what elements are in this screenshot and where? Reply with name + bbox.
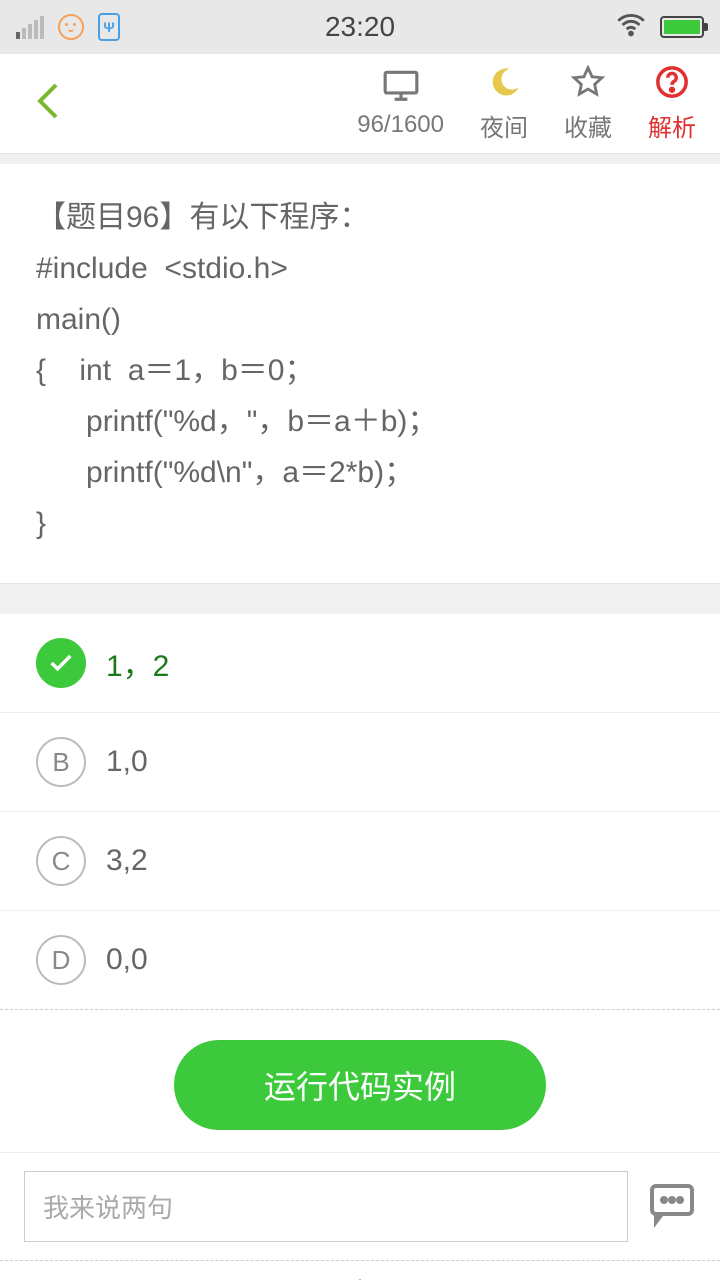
- option-text: 0,0: [106, 943, 148, 977]
- option-a[interactable]: 1，2: [0, 614, 720, 713]
- option-text: 3,2: [106, 844, 148, 878]
- clock: 23:20: [325, 11, 395, 43]
- option-letter: B: [36, 737, 86, 787]
- option-d[interactable]: D 0,0: [0, 911, 720, 1010]
- monitor-icon: [382, 68, 420, 107]
- toolbar: 96/1600 夜间 收藏 解析: [0, 54, 720, 154]
- face-icon: [58, 14, 84, 40]
- question-block: 【题目96】有以下程序： #include <stdio.h> main() {…: [0, 164, 720, 584]
- option-letter: D: [36, 935, 86, 985]
- star-icon: [569, 65, 607, 104]
- check-icon: [36, 638, 86, 688]
- back-button[interactable]: [24, 77, 72, 130]
- question-code: #include <stdio.h> main() { int a＝1，b＝0；…: [36, 243, 684, 549]
- option-text: 1，2: [106, 641, 169, 685]
- option-letter: C: [36, 836, 86, 886]
- run-code-button[interactable]: 运行代码实例: [174, 1040, 546, 1130]
- status-left: Ψ: [16, 13, 120, 41]
- options-list: 1，2 B 1,0 C 3,2 D 0,0: [0, 614, 720, 1010]
- night-label: 夜间: [480, 108, 528, 143]
- expand-up-button[interactable]: [330, 1275, 390, 1280]
- option-text: 1,0: [106, 745, 148, 779]
- analysis-button[interactable]: 解析: [648, 65, 696, 143]
- comment-icon[interactable]: [648, 1180, 696, 1233]
- signal-icon: [16, 16, 44, 39]
- night-mode-button[interactable]: 夜间: [480, 65, 528, 143]
- favorite-button[interactable]: 收藏: [564, 65, 612, 143]
- battery-icon: [660, 16, 704, 38]
- comment-area: 我来说两句: [0, 1153, 720, 1261]
- status-right: [614, 8, 704, 47]
- option-c[interactable]: C 3,2: [0, 812, 720, 911]
- analysis-label: 解析: [648, 108, 696, 143]
- progress-indicator[interactable]: 96/1600: [357, 68, 444, 139]
- help-icon: [653, 65, 691, 104]
- moon-icon: [485, 65, 523, 104]
- option-b[interactable]: B 1,0: [0, 713, 720, 812]
- question-title: 【题目96】有以下程序：: [36, 192, 684, 243]
- bottom-stats: 正确率：50.0 % 对：1次 错：1次: [0, 1261, 720, 1280]
- wifi-icon: [614, 8, 648, 47]
- favorite-label: 收藏: [564, 108, 612, 143]
- comment-input[interactable]: 我来说两句: [24, 1171, 628, 1242]
- status-bar: Ψ 23:20: [0, 0, 720, 54]
- progress-label: 96/1600: [357, 111, 444, 139]
- usb-icon: Ψ: [98, 13, 120, 41]
- run-area: 运行代码实例: [0, 1010, 720, 1153]
